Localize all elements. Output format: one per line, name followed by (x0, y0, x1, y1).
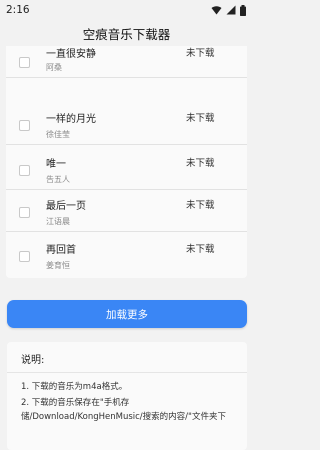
wifi-icon (211, 6, 222, 15)
song-title: 一直很安静 (46, 49, 96, 60)
song-artist: 告五人 (46, 175, 70, 184)
song-artist: 姜育恒 (46, 261, 70, 270)
notes-line: 1. 下载的音乐为m4a格式。 (21, 382, 128, 392)
song-status: 未下载 (186, 48, 215, 59)
notes-divider (7, 372, 247, 373)
song-status: 未下载 (186, 113, 215, 124)
status-time: 2:16 (6, 4, 30, 16)
song-checkbox[interactable] (19, 57, 30, 68)
song-artist: 阿桑 (46, 63, 62, 72)
app-bar: 空痕音乐下载器 (0, 20, 253, 46)
song-title: 一样的月光 (46, 114, 96, 125)
notes-card: 说明: 1. 下载的音乐为m4a格式。 2. 下载的音乐保存在"手机存储/Dow… (7, 342, 247, 450)
song-title: 最后一页 (46, 201, 86, 212)
song-checkbox[interactable] (19, 120, 30, 131)
app-title: 空痕音乐下载器 (82, 26, 171, 42)
song-row[interactable]: 一直很安静 阿桑 未下载 (6, 46, 247, 78)
song-artist: 徐佳莹 (46, 130, 70, 139)
status-icons (211, 4, 246, 16)
song-status: 未下载 (186, 200, 215, 211)
song-row[interactable]: 再回首 姜育恒 未下载 (6, 236, 247, 276)
battery-icon (240, 4, 246, 16)
notes-title: 说明: (21, 355, 45, 366)
song-status: 未下载 (186, 244, 215, 255)
song-row[interactable]: 一样的月光 徐佳莹 未下载 (6, 105, 247, 145)
notes-line: 2. 下载的音乐保存在"手机存储/Download/KongHenMusic/搜… (21, 398, 226, 422)
song-checkbox[interactable] (19, 251, 30, 262)
load-more-button[interactable]: 加载更多 (7, 300, 247, 328)
song-title: 再回首 (46, 245, 76, 256)
song-row[interactable]: 最后一页 江语晨 未下载 (6, 192, 247, 232)
song-checkbox[interactable] (19, 207, 30, 218)
status-bar: 2:16 (0, 0, 253, 20)
song-artist: 江语晨 (46, 217, 70, 226)
song-checkbox[interactable] (19, 165, 30, 176)
song-status: 未下载 (186, 158, 215, 169)
song-row[interactable]: 唯一 告五人 未下载 (6, 150, 247, 190)
song-title: 唯一 (46, 159, 66, 170)
signal-icon (226, 5, 236, 15)
song-list: 一直很安静 阿桑 未下载 一样的月光 徐佳莹 未下载 唯一 告五人 未下载 最后… (6, 46, 247, 278)
